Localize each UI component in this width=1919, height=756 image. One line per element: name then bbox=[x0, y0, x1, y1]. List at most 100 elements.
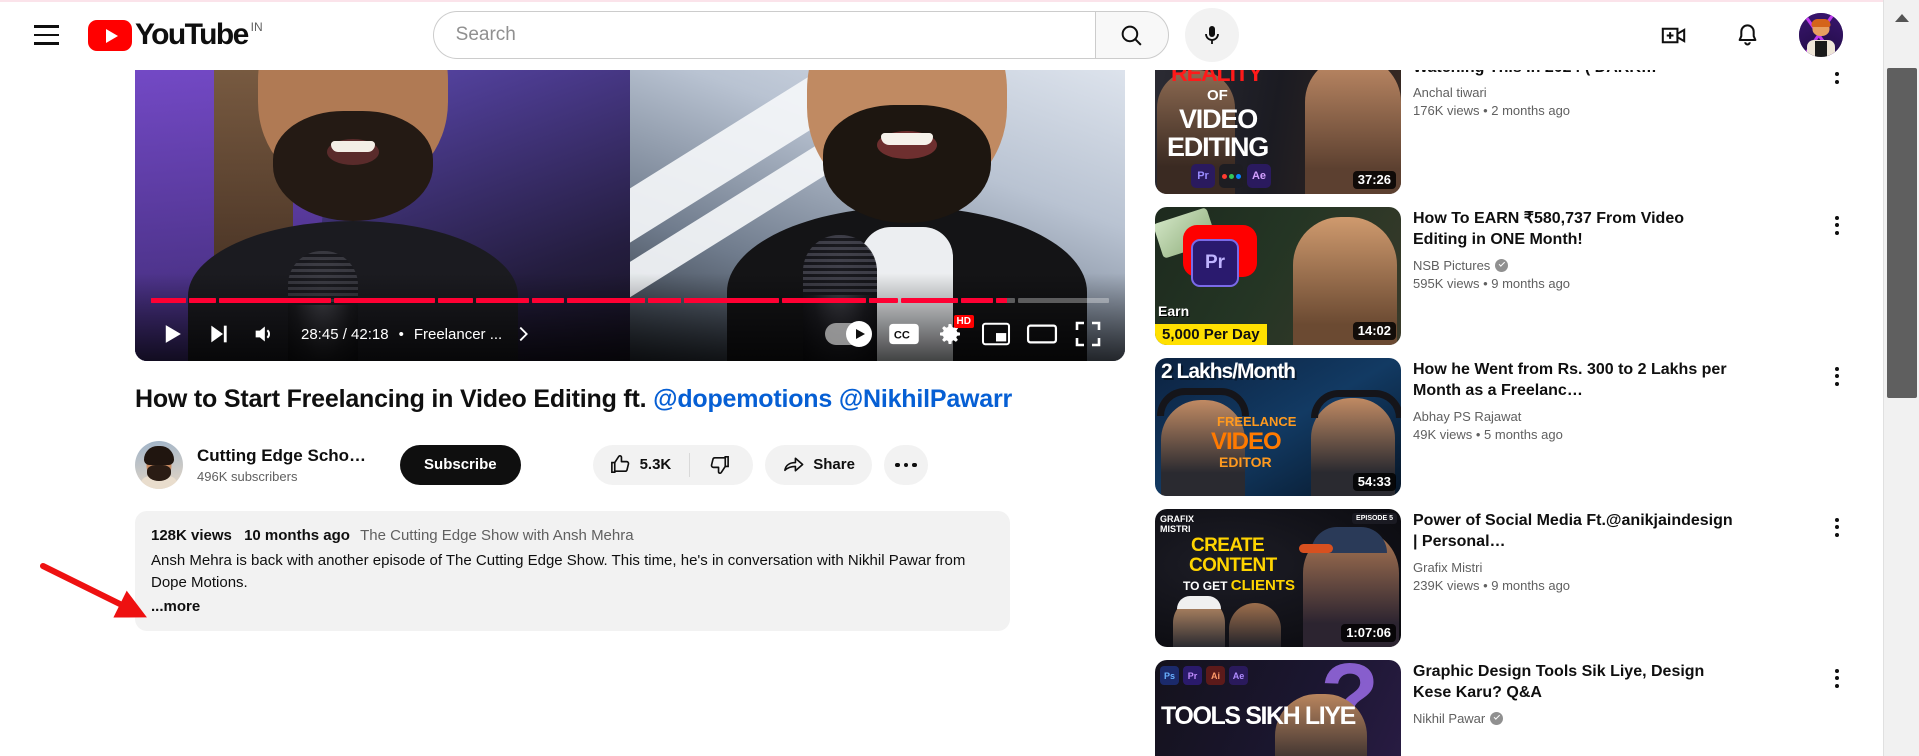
video-thumbnail[interactable]: ? TOOLS SIKH LIYE Ps Pr Ai Ae bbox=[1155, 660, 1401, 756]
subscribe-button[interactable]: Subscribe bbox=[400, 444, 521, 485]
progress-chapter-6[interactable] bbox=[476, 298, 530, 303]
recommended-video-title[interactable]: How To EARN ₹580,737 From Video Editing … bbox=[1413, 208, 1739, 251]
verified-badge-icon bbox=[1490, 711, 1504, 725]
view-count: 128K views bbox=[151, 526, 232, 544]
recommended-video-item[interactable]: GRAFIX MISTRI EPISODE 5 CREATE CONTENT TO… bbox=[1155, 509, 1855, 647]
recommended-video-channel[interactable]: NSB Pictures bbox=[1413, 258, 1739, 273]
captions-button[interactable]: CC bbox=[881, 311, 927, 357]
thumbs-down-icon bbox=[710, 456, 730, 475]
progress-chapter-9[interactable] bbox=[647, 298, 681, 303]
recommended-video-item[interactable]: REALITY OF VIDEO EDITING Pr Ae 37:26 Wat… bbox=[1155, 70, 1855, 194]
progress-chapter-1[interactable] bbox=[151, 298, 186, 303]
recommended-video-menu-button[interactable] bbox=[1819, 358, 1855, 394]
video-thumbnail[interactable]: 2 Lakhs/Month FREELANCE VIDEO EDITOR 54:… bbox=[1155, 358, 1401, 496]
play-button[interactable] bbox=[149, 311, 195, 357]
progress-chapter-13[interactable] bbox=[900, 298, 958, 303]
share-button[interactable]: Share bbox=[765, 444, 872, 485]
publish-date: 10 months ago bbox=[244, 526, 350, 544]
recommended-video-title[interactable]: Watching This In 2024 ( DARK… bbox=[1413, 70, 1739, 78]
scroll-up-button[interactable] bbox=[1884, 0, 1919, 36]
progress-chapter-11[interactable] bbox=[781, 298, 866, 303]
notifications-button[interactable] bbox=[1725, 13, 1769, 57]
recommended-video-menu-button[interactable] bbox=[1819, 509, 1855, 545]
more-actions-button[interactable] bbox=[883, 444, 928, 485]
recommended-video-channel[interactable]: Abhay PS Rajawat bbox=[1413, 409, 1739, 424]
next-video-button[interactable] bbox=[195, 311, 241, 357]
search-button[interactable] bbox=[1094, 11, 1169, 59]
progress-chapter-3[interactable] bbox=[219, 298, 332, 303]
video-title-text: How to Start Freelancing in Video Editin… bbox=[135, 385, 654, 413]
recommended-video-info: How To EARN ₹580,737 From Video Editing … bbox=[1413, 207, 1739, 345]
guide-menu-icon[interactable] bbox=[22, 11, 70, 59]
page-scrollbar[interactable] bbox=[1883, 0, 1919, 756]
progress-chapter-2[interactable] bbox=[188, 298, 217, 303]
recommended-video-stats: 176K views • 2 months ago bbox=[1413, 103, 1571, 119]
chapter-played bbox=[567, 298, 645, 303]
channel-avatar-hair bbox=[144, 445, 174, 465]
voice-search-button[interactable] bbox=[1184, 8, 1239, 62]
video-title-mention-2[interactable]: @NikhilPawarr bbox=[839, 385, 1012, 413]
like-count: 5.3K bbox=[639, 456, 672, 474]
share-icon bbox=[784, 457, 804, 472]
video-title-mention-1[interactable]: @dopemotions bbox=[653, 385, 832, 413]
progress-chapter-8[interactable] bbox=[567, 298, 645, 303]
recommended-video-channel[interactable]: Anchal tiwari bbox=[1413, 85, 1739, 100]
video-thumbnail[interactable]: GRAFIX MISTRI EPISODE 5 CREATE CONTENT TO… bbox=[1155, 509, 1401, 647]
recommended-video-channel[interactable]: Grafix Mistri bbox=[1413, 560, 1739, 575]
youtube-logo[interactable]: YouTube IN bbox=[88, 19, 263, 51]
player-controls: 28:45 / 42:18 • Freelancer ... CC HD bbox=[135, 307, 1125, 361]
avatar[interactable] bbox=[1799, 13, 1843, 57]
video-description-box[interactable]: 128K views 10 months ago The Cutting Edg… bbox=[135, 510, 1010, 631]
right-person-beard bbox=[823, 105, 992, 223]
recommended-video-channel[interactable]: Nikhil Pawar bbox=[1413, 711, 1739, 726]
progress-chapter-14[interactable] bbox=[960, 298, 994, 303]
chapter-next-icon[interactable] bbox=[512, 323, 534, 345]
scrollbar-thumb[interactable] bbox=[1887, 68, 1917, 398]
dislike-button[interactable] bbox=[690, 445, 749, 485]
thumbs-up-icon bbox=[610, 455, 629, 474]
settings-button[interactable]: HD bbox=[927, 311, 974, 357]
recommended-video-title[interactable]: Graphic Design Tools Sik Liye, Design Ke… bbox=[1413, 661, 1739, 704]
miniplayer-button[interactable] bbox=[973, 311, 1019, 357]
like-dislike-group: 5.3K bbox=[592, 444, 754, 485]
volume-button[interactable] bbox=[241, 311, 287, 357]
search-placeholder: Search bbox=[455, 24, 516, 45]
recommended-video-title[interactable]: Power of Social Media Ft.@anikjaindesign… bbox=[1413, 510, 1739, 553]
recommended-video-menu-button[interactable] bbox=[1819, 660, 1855, 696]
recommended-video-title[interactable]: How he Went from Rs. 300 to 2 Lakhs per … bbox=[1413, 359, 1739, 402]
autoplay-toggle[interactable] bbox=[825, 321, 872, 347]
progress-chapter-10[interactable] bbox=[683, 298, 779, 303]
recommended-video-item[interactable]: 2 Lakhs/Month FREELANCE VIDEO EDITOR 54:… bbox=[1155, 358, 1855, 496]
video-player[interactable]: 28:45 / 42:18 • Freelancer ... CC HD bbox=[135, 70, 1125, 361]
progress-chapter-4[interactable] bbox=[334, 298, 435, 303]
recommended-video-menu-button[interactable] bbox=[1819, 70, 1855, 92]
progress-chapter-15[interactable] bbox=[996, 298, 1015, 303]
create-button[interactable] bbox=[1651, 13, 1695, 57]
recommended-video-item[interactable]: Pr Earn 5,000 Per Day 14:02 How To EARN … bbox=[1155, 207, 1855, 345]
description-more-button[interactable]: ...more bbox=[151, 598, 994, 615]
video-actions: 5.3K Share bbox=[592, 444, 928, 485]
progress-chapter-7[interactable] bbox=[532, 298, 565, 303]
progress-bar[interactable] bbox=[151, 298, 1110, 303]
progress-chapter-16[interactable] bbox=[1017, 298, 1110, 303]
vertical-dots-icon bbox=[1835, 70, 1839, 84]
vertical-dots-icon bbox=[1835, 215, 1839, 235]
search-input[interactable]: Search bbox=[432, 11, 1095, 59]
fullscreen-button[interactable] bbox=[1065, 311, 1111, 357]
description-meta: 128K views 10 months ago The Cutting Edg… bbox=[151, 525, 994, 547]
video-thumbnail[interactable]: REALITY OF VIDEO EDITING Pr Ae 37:26 bbox=[1155, 70, 1401, 194]
video-thumbnail[interactable]: Pr Earn 5,000 Per Day 14:02 bbox=[1155, 207, 1401, 345]
progress-chapter-5[interactable] bbox=[437, 298, 474, 303]
recommended-video-menu-button[interactable] bbox=[1819, 207, 1855, 243]
theater-mode-button[interactable] bbox=[1019, 311, 1065, 357]
theater-icon bbox=[1026, 324, 1058, 344]
recommended-video-item[interactable]: ? TOOLS SIKH LIYE Ps Pr Ai Ae Graphic De… bbox=[1155, 660, 1855, 756]
video-title: How to Start Freelancing in Video Editin… bbox=[135, 383, 1125, 417]
like-button[interactable]: 5.3K bbox=[609, 453, 690, 476]
channel-avatar[interactable] bbox=[135, 440, 183, 489]
channel-name[interactable]: Cutting Edge Scho… bbox=[197, 445, 366, 467]
progress-chapter-12[interactable] bbox=[868, 298, 898, 303]
chapter-played bbox=[219, 298, 332, 303]
description-hashtag[interactable]: The Cutting Edge Show with Ansh Mehra bbox=[360, 527, 634, 544]
youtube-country-code: IN bbox=[250, 20, 263, 34]
